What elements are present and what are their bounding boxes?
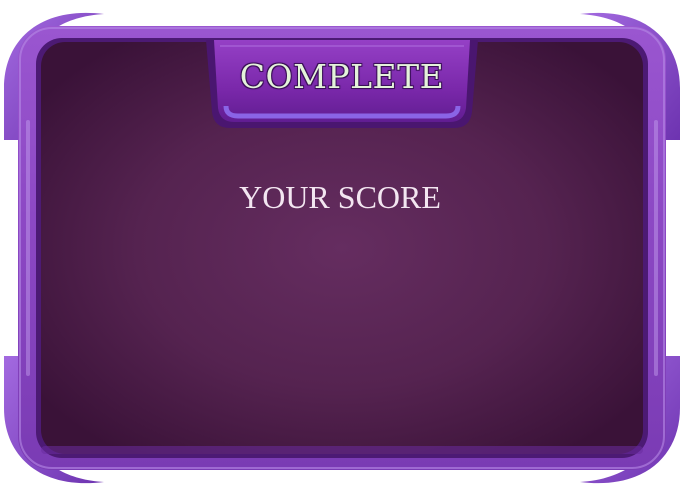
dialog-title: COMPLETE <box>239 57 445 96</box>
game-complete-dialog: COMPLETE YOUR SCORE <box>0 0 684 496</box>
score-label: YOUR SCORE <box>239 179 441 215</box>
